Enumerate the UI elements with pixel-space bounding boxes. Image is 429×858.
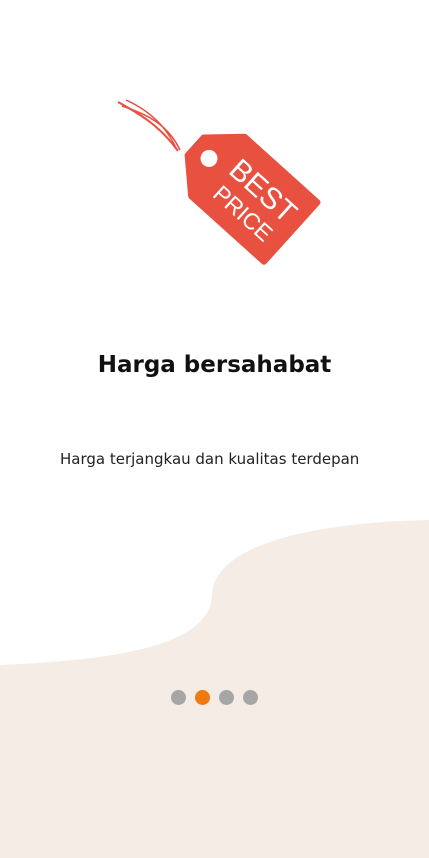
page-dot-3[interactable] [219,690,234,705]
onboarding-title: Harga bersahabat [97,352,332,378]
page-dot-2-active[interactable] [195,690,210,705]
page-indicator [171,690,258,705]
page-dot-1[interactable] [171,690,186,705]
page-dot-4[interactable] [243,690,258,705]
best-price-tag-icon: BEST PRICE [117,99,321,265]
onboarding-subtitle: Harga terjangkau dan kualitas terdepan [60,450,360,468]
onboarding-screen: BEST PRICE Harga bersahabat Harga terjan… [0,0,429,858]
